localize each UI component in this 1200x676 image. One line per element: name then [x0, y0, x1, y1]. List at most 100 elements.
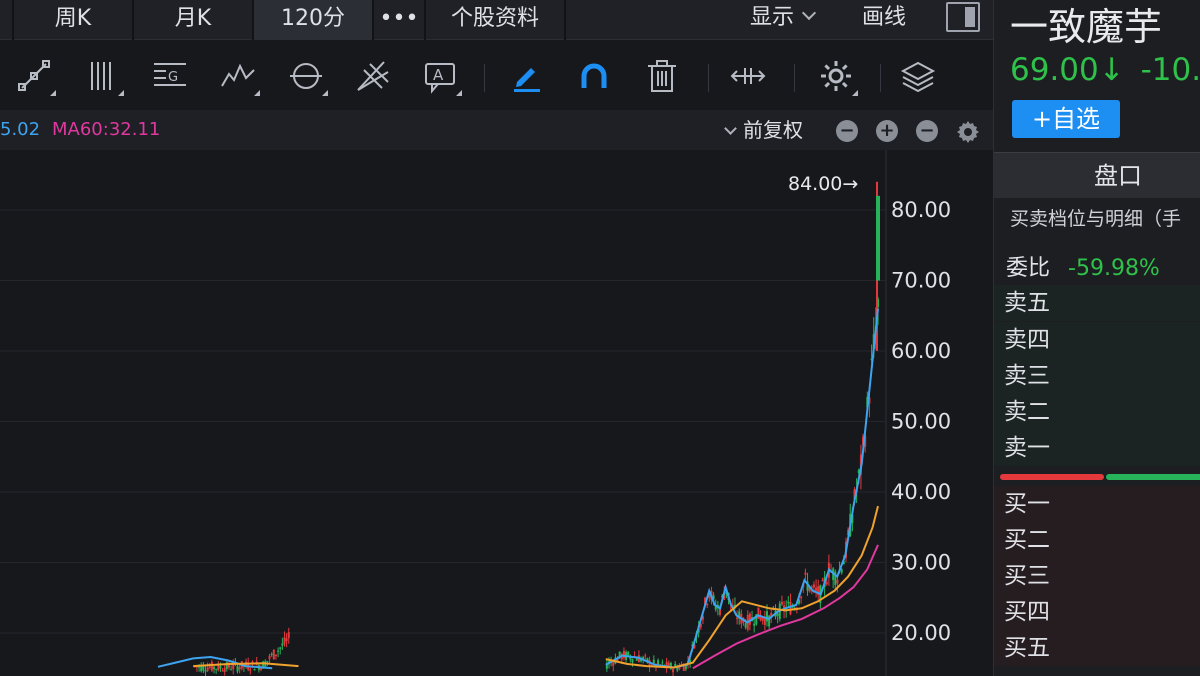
candle-body: [210, 662, 213, 671]
candle-body: [268, 655, 271, 660]
ratio-label: 委比: [1006, 256, 1051, 281]
tab-order-book[interactable]: 盘口: [994, 152, 1200, 198]
fibonacci-fan-icon[interactable]: [354, 58, 394, 98]
magnet-icon[interactable]: [576, 58, 616, 98]
chevron-down-icon: [801, 5, 817, 21]
candle-body: [204, 670, 207, 672]
ma-short-value: 5.02: [0, 119, 41, 140]
candle-body: [836, 579, 839, 584]
toolbar-divider: [880, 64, 881, 92]
buy-level-2[interactable]: 买二: [994, 522, 1200, 558]
buy-level-5[interactable]: 买五: [994, 630, 1200, 666]
drawing-toolbar: G A: [0, 42, 993, 110]
candle-body: [221, 670, 224, 672]
candle-body: [266, 660, 269, 662]
candle-body: [236, 665, 239, 672]
sell-pressure-bar: [1000, 474, 1104, 480]
toolbar-divider: [708, 64, 709, 92]
sell-level-2[interactable]: 卖二: [994, 394, 1200, 430]
candle-body: [800, 596, 803, 599]
trend-line-tool-icon[interactable]: [16, 58, 56, 98]
sell-level-4[interactable]: 卖四: [994, 322, 1200, 358]
add-to-watchlist-button[interactable]: +自选: [1012, 100, 1120, 138]
price-change: -10.0: [1140, 52, 1200, 88]
candle-body: [281, 643, 284, 646]
draw-line-button[interactable]: 画线: [862, 0, 906, 40]
tab-monthly-k[interactable]: 月K: [134, 0, 254, 40]
candle-body: [635, 658, 638, 661]
y-tick-label: 40.00: [891, 480, 951, 504]
candle-body: [274, 654, 277, 656]
candle-body: [605, 664, 608, 669]
trash-icon[interactable]: [644, 58, 684, 98]
candle-body: [213, 666, 216, 670]
layers-icon[interactable]: [900, 58, 940, 98]
candle-body: [272, 649, 275, 660]
candle-body: [757, 607, 760, 619]
candle-body: [840, 569, 843, 573]
moving-average-lines: [157, 308, 879, 670]
buy-pressure-bar: [1106, 474, 1200, 480]
y-tick-label: 60.00: [891, 339, 951, 363]
candle-body: [765, 611, 768, 622]
candle-body: [270, 653, 273, 655]
candle-body: [622, 650, 625, 659]
candlestick-series: [193, 181, 880, 676]
chart-grid: [0, 150, 887, 676]
zoom-out-icon[interactable]: −: [916, 120, 938, 142]
gann-tool-icon[interactable]: G: [152, 58, 192, 98]
bid-ask-ratio: 委比 -59.98%: [1006, 250, 1160, 282]
tab-120-min[interactable]: 120分: [254, 0, 374, 40]
candle-body: [825, 582, 828, 585]
settings-icon[interactable]: [818, 58, 858, 98]
tab-stock-profile[interactable]: 个股资料: [426, 0, 566, 40]
price-axis: 80.00 70.00 60.00 50.00 40.00 30.00 20.00: [891, 198, 951, 645]
candle-body: [812, 584, 815, 588]
text-annotation-icon[interactable]: A: [422, 58, 462, 98]
y-tick-label: 20.00: [891, 621, 951, 645]
move-horizontal-icon[interactable]: [730, 58, 770, 98]
svg-text:G: G: [168, 70, 178, 85]
candle-body: [744, 623, 747, 628]
sell-level-3[interactable]: 卖三: [994, 358, 1200, 394]
cycle-tool-icon[interactable]: [288, 58, 328, 98]
buy-level-4[interactable]: 买四: [994, 594, 1200, 630]
svg-text:A: A: [433, 66, 444, 84]
candle-body: [804, 572, 807, 575]
candle-body: [753, 623, 756, 626]
moving-average-info-row: 5.02 MA60:32.11 前复权 − + −: [0, 110, 993, 150]
candle-body: [672, 669, 675, 673]
sell-level-5[interactable]: 卖五: [994, 285, 1200, 321]
wave-tool-icon[interactable]: [220, 58, 260, 98]
candle-body: [776, 613, 779, 616]
candle-body: [787, 601, 790, 604]
panel-layout-icon[interactable]: [946, 2, 980, 32]
buy-level-1[interactable]: 买一: [994, 486, 1200, 522]
price-adjust-select[interactable]: 前复权: [724, 110, 803, 150]
tab-weekly-k[interactable]: 周K: [14, 0, 134, 40]
pen-icon[interactable]: [508, 58, 548, 98]
parallel-lines-tool-icon[interactable]: [84, 58, 124, 98]
candle-body: [253, 668, 256, 671]
candle-body: [652, 659, 655, 663]
candle-body: [657, 660, 660, 665]
tab-partial[interactable]: [0, 0, 14, 40]
chevron-down-icon: [724, 122, 737, 135]
sell-level-1[interactable]: 卖一: [994, 430, 1200, 466]
max-price-label: 84.00→: [788, 173, 858, 195]
tab-more[interactable]: •••: [374, 0, 426, 40]
candle-body: [644, 655, 647, 657]
candle-body: [631, 658, 634, 663]
y-tick-label: 50.00: [891, 410, 951, 434]
last-price: 69.00: [1010, 52, 1099, 88]
kline-chart[interactable]: 80.00 70.00 60.00 50.00 40.00 30.00 20.00 84.0…: [0, 150, 993, 676]
candle-body: [789, 601, 792, 615]
display-menu[interactable]: 显示: [750, 0, 817, 40]
candle-body: [674, 663, 677, 667]
candle-body: [219, 666, 222, 669]
zoom-in-icon[interactable]: +: [876, 120, 898, 142]
collapse-icon[interactable]: −: [836, 120, 858, 142]
buy-level-3[interactable]: 买三: [994, 558, 1200, 594]
candle-body: [279, 647, 282, 649]
candle-body: [736, 617, 739, 619]
